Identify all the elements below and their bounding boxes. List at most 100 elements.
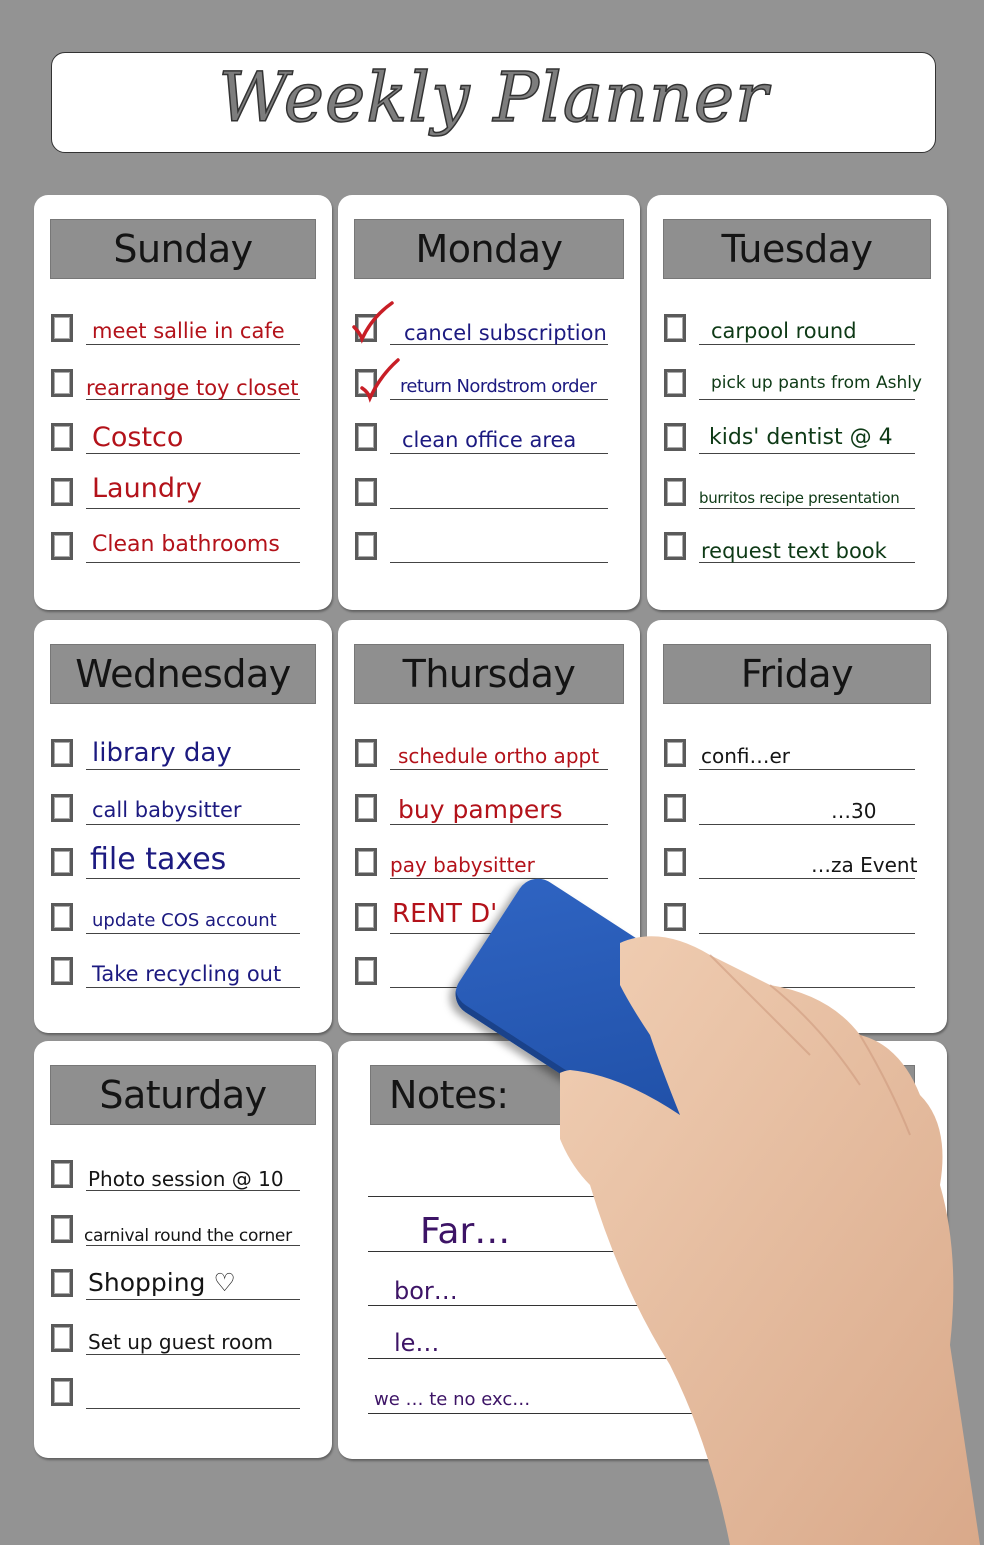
- task-text[interactable]: schedule ortho appt: [398, 744, 599, 768]
- checkbox[interactable]: [355, 793, 377, 822]
- day-header: Friday: [663, 644, 931, 704]
- checkbox[interactable]: [51, 848, 73, 876]
- task-text[interactable]: Clean bathrooms: [92, 532, 280, 557]
- task-text[interactable]: pick up pants from Ashly: [711, 373, 922, 393]
- check-mark-icon: [352, 301, 394, 344]
- write-line: [86, 823, 300, 825]
- task-text[interactable]: Set up guest room: [88, 1330, 273, 1354]
- task-text[interactable]: pay babysitter: [390, 853, 535, 877]
- task-text[interactable]: confi…er: [701, 744, 790, 768]
- day-title: Sunday: [113, 227, 253, 271]
- task-text[interactable]: request text book: [701, 539, 887, 563]
- checkbox[interactable]: [355, 739, 377, 767]
- checkbox[interactable]: [664, 848, 686, 876]
- day-card-wednesday: Wednesday library day call babysitter fi…: [34, 620, 332, 1033]
- write-line: [390, 507, 608, 509]
- day-card-tuesday: Tuesday carpool round pick up pants from…: [647, 195, 947, 610]
- write-line: [86, 507, 300, 509]
- task-text[interactable]: carnival round the corner: [84, 1226, 292, 1246]
- checkbox[interactable]: [355, 957, 377, 985]
- notes-title: Notes:: [389, 1073, 509, 1117]
- checkbox[interactable]: [51, 1323, 73, 1352]
- task-text[interactable]: clean office area: [402, 428, 576, 452]
- task-text[interactable]: cancel subscription: [404, 321, 607, 345]
- write-line: [390, 769, 608, 770]
- task-text[interactable]: kids' dentist @ 4: [709, 425, 893, 450]
- checkbox[interactable]: [51, 368, 73, 397]
- task-text[interactable]: …30: [831, 799, 876, 823]
- task-text[interactable]: Costco: [92, 422, 183, 453]
- write-line: [699, 769, 915, 770]
- task-row: Shopping ♡: [48, 1266, 318, 1321]
- checkbox[interactable]: [664, 368, 686, 397]
- write-line: [86, 453, 300, 454]
- task-row: pick up pants from Ashly: [661, 366, 933, 421]
- checkbox[interactable]: [51, 957, 73, 985]
- checkbox[interactable]: [355, 477, 377, 506]
- note-text[interactable]: we … te no exc…: [374, 1389, 530, 1410]
- checkbox[interactable]: [664, 532, 686, 560]
- checkbox[interactable]: [664, 314, 686, 342]
- task-row: call babysitter: [48, 791, 318, 846]
- task-text[interactable]: update COS account: [92, 910, 277, 931]
- write-line: [390, 823, 608, 825]
- checkbox[interactable]: [664, 423, 686, 451]
- task-row: Costco: [48, 420, 318, 475]
- checkbox[interactable]: [355, 902, 377, 931]
- checkbox[interactable]: [355, 848, 377, 876]
- checkbox[interactable]: [355, 423, 377, 451]
- checkbox[interactable]: [51, 1378, 73, 1406]
- note-text[interactable]: bor…: [394, 1277, 458, 1305]
- task-row: clean office area: [352, 420, 626, 475]
- checkbox[interactable]: [664, 477, 686, 506]
- task-text[interactable]: Take recycling out: [92, 962, 281, 986]
- task-row: burritos recipe presentation: [661, 475, 933, 530]
- task-text[interactable]: burritos recipe presentation: [699, 489, 900, 507]
- write-line: [86, 878, 300, 879]
- note-text[interactable]: Far…: [420, 1211, 510, 1252]
- checkbox[interactable]: [51, 793, 73, 822]
- write-line: [699, 453, 915, 454]
- task-text[interactable]: rearrange toy closet: [86, 376, 298, 400]
- checkbox[interactable]: [51, 477, 73, 506]
- task-text[interactable]: meet sallie in cafe: [92, 319, 285, 343]
- checkbox[interactable]: [51, 532, 73, 560]
- write-line: [390, 562, 608, 563]
- task-row: rearrange toy closet: [48, 366, 318, 421]
- task-row: [48, 1375, 318, 1430]
- checkbox[interactable]: [51, 1214, 73, 1243]
- task-text[interactable]: …za Event: [811, 853, 917, 877]
- checkbox[interactable]: [51, 739, 73, 767]
- task-text[interactable]: Shopping ♡: [88, 1268, 236, 1297]
- checkbox[interactable]: [51, 423, 73, 451]
- task-row: [352, 475, 626, 530]
- checkbox[interactable]: [355, 532, 377, 560]
- task-row: buy pampers: [352, 791, 626, 846]
- task-text[interactable]: return Nordstrom order: [400, 376, 597, 397]
- checkbox[interactable]: [51, 1269, 73, 1297]
- day-title: Wednesday: [75, 652, 291, 696]
- checkbox[interactable]: [664, 739, 686, 767]
- checkbox[interactable]: [51, 1160, 73, 1188]
- write-line: [390, 398, 608, 400]
- day-header: Monday: [354, 219, 624, 279]
- note-text[interactable]: le…: [394, 1329, 439, 1357]
- task-text[interactable]: Laundry: [92, 473, 202, 504]
- write-line: [86, 344, 300, 345]
- checkbox[interactable]: [51, 902, 73, 931]
- checkbox[interactable]: [51, 314, 73, 342]
- write-line: [86, 769, 300, 770]
- task-text[interactable]: buy pampers: [398, 795, 563, 824]
- task-text[interactable]: RENT D': [392, 899, 497, 929]
- task-text[interactable]: Photo session @ 10: [88, 1167, 284, 1191]
- write-line: [86, 1299, 300, 1300]
- task-text[interactable]: call babysitter: [92, 798, 242, 822]
- task-row: …za Event: [661, 845, 933, 900]
- day-header: Saturday: [50, 1065, 316, 1125]
- task-text[interactable]: library day: [92, 738, 232, 768]
- day-title: Thursday: [402, 652, 576, 696]
- checkbox[interactable]: [664, 793, 686, 822]
- task-text[interactable]: carpool round: [711, 319, 857, 343]
- task-text[interactable]: file taxes: [90, 842, 226, 877]
- day-card-saturday: Saturday Photo session @ 10 carnival rou…: [34, 1041, 332, 1458]
